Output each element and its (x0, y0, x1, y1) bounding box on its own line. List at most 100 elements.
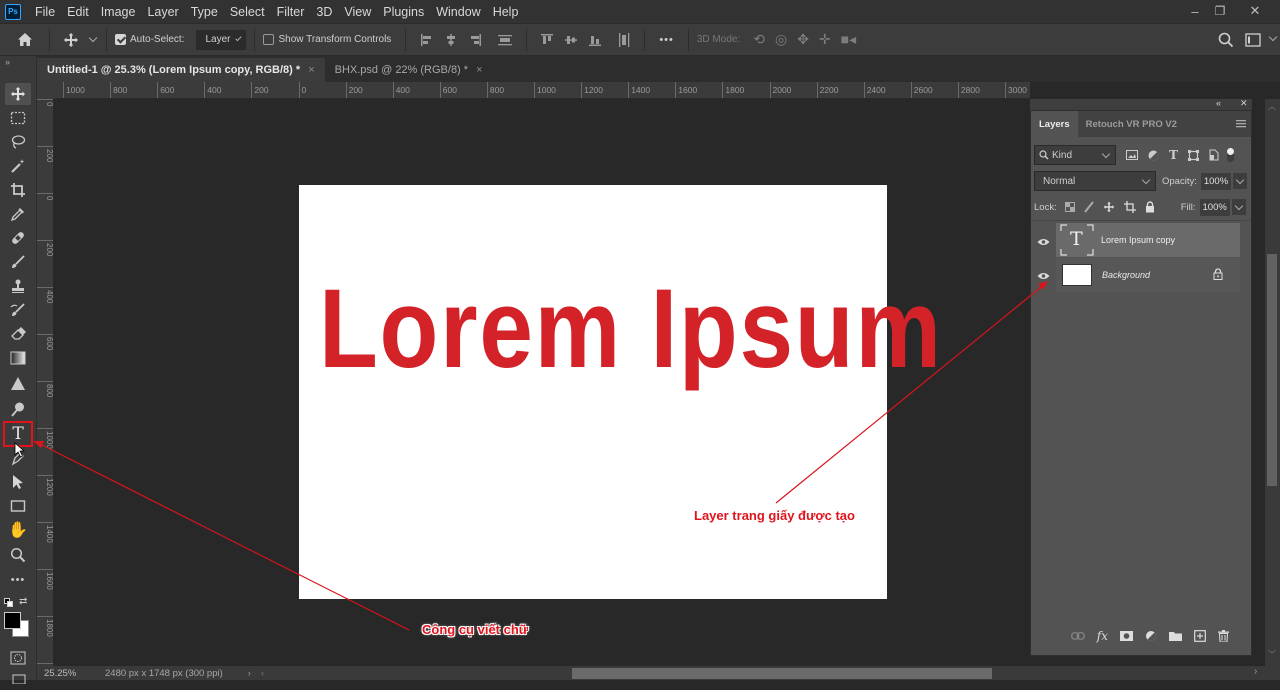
filter-toggle[interactable] (1226, 148, 1234, 162)
opacity-slider-toggle[interactable] (1233, 173, 1248, 189)
align-vertical-center-icon[interactable] (564, 33, 578, 47)
menu-view[interactable]: View (338, 5, 377, 19)
healing-brush-tool[interactable] (5, 227, 31, 249)
auto-select-checkbox[interactable] (115, 34, 126, 45)
close-tab-icon[interactable]: × (308, 64, 314, 76)
align-bottom-icon[interactable] (588, 33, 602, 47)
auto-select-target-dropdown[interactable]: Layer (196, 29, 247, 50)
blur-tool[interactable] (5, 373, 31, 395)
fill-slider-toggle[interactable] (1231, 199, 1246, 215)
move-tool-icon[interactable] (63, 32, 79, 48)
fill-input[interactable]: 100% (1199, 198, 1230, 216)
text-layer-content[interactable]: Lorem Ipsum (319, 273, 943, 385)
horizontal-ruler[interactable]: 1000 800 600 400 200 0 200 400 600 800 1000 1200 140… (55, 82, 1030, 99)
menu-filter[interactable]: Filter (271, 5, 311, 19)
distribute-vertical-icon[interactable] (497, 33, 513, 47)
eraser-tool[interactable] (5, 323, 31, 345)
marquee-tool[interactable] (5, 107, 31, 129)
lock-image-pixels-icon[interactable] (1083, 201, 1094, 213)
tab-layers[interactable]: Layers (1031, 111, 1078, 137)
workspace-icon[interactable] (1245, 32, 1261, 47)
link-layers-icon[interactable] (1070, 632, 1085, 640)
dodge-tool[interactable] (5, 398, 31, 420)
menu-select[interactable]: Select (224, 5, 271, 19)
restore-button[interactable]: ❐ (1205, 0, 1235, 22)
search-icon[interactable] (1218, 32, 1234, 48)
rectangle-tool[interactable] (5, 495, 31, 517)
eyedropper-tool[interactable] (5, 203, 31, 225)
filter-shape-icon[interactable] (1187, 149, 1199, 161)
history-brush-tool[interactable] (5, 299, 31, 321)
lock-position-icon[interactable] (1103, 201, 1115, 213)
layer-style-fx-button[interactable]: fx (1097, 629, 1108, 643)
edit-toolbar-button[interactable]: ••• (5, 569, 31, 591)
layer-visibility-toggle[interactable] (1036, 269, 1050, 283)
distribute-horizontal-icon[interactable] (617, 32, 631, 48)
scroll-down-icon[interactable]: ﹀ (1268, 649, 1276, 660)
layer-row-background[interactable]: Background (1056, 258, 1240, 292)
filter-type-icon[interactable]: T (1169, 148, 1178, 162)
home-icon[interactable] (14, 32, 36, 47)
menu-3d[interactable]: 3D (310, 5, 338, 19)
lock-all-icon[interactable] (1145, 201, 1155, 213)
menu-file[interactable]: File (29, 5, 61, 19)
layer-name[interactable]: Background (1102, 270, 1150, 280)
filter-pixel-icon[interactable] (1126, 150, 1138, 160)
layer-row-lorem-ipsum-copy[interactable]: T Lorem Ipsum copy (1056, 223, 1240, 257)
new-adjustment-layer-icon[interactable] (1145, 630, 1157, 642)
add-mask-icon[interactable] (1120, 631, 1133, 641)
new-layer-icon[interactable] (1194, 630, 1206, 642)
crop-tool[interactable] (5, 179, 31, 201)
screen-mode-button[interactable] (5, 668, 31, 690)
gradient-tool[interactable] (5, 347, 31, 369)
default-colors-icon[interactable] (4, 598, 13, 607)
vertical-ruler[interactable]: 02000200400600800100012001400160018002 (37, 99, 54, 666)
document-canvas[interactable]: Lorem Ipsum (299, 185, 941, 599)
menu-layer[interactable]: Layer (141, 5, 184, 19)
tool-preset-chevron-icon[interactable] (88, 33, 98, 43)
brush-tool[interactable] (5, 251, 31, 273)
swap-colors-icon[interactable]: ⇄ (19, 596, 27, 607)
filter-smart-object-icon[interactable] (1209, 149, 1219, 161)
move-tool[interactable] (5, 83, 31, 105)
menu-help[interactable]: Help (487, 5, 525, 19)
new-group-folder-icon[interactable] (1169, 631, 1182, 641)
layer-lock-icon[interactable] (1213, 268, 1223, 280)
align-top-icon[interactable] (540, 33, 554, 47)
ruler-origin[interactable] (37, 82, 55, 99)
scroll-up-icon[interactable]: ︿ (1268, 101, 1276, 112)
align-right-icon[interactable] (468, 33, 482, 47)
delete-layer-icon[interactable] (1218, 630, 1229, 642)
hand-tool[interactable]: ✋ (5, 519, 31, 541)
document-info[interactable]: 2480 px x 1748 px (300 ppi) (105, 668, 223, 679)
workspace-chevron-icon[interactable] (1268, 32, 1278, 42)
tab-untitled-1[interactable]: Untitled-1 @ 25.3% (Lorem Ipsum copy, RG… (37, 58, 325, 82)
zoom-level[interactable]: 25.25% (44, 668, 102, 679)
path-selection-tool[interactable] (5, 471, 31, 493)
close-window-button[interactable]: ✕ (1240, 0, 1270, 22)
opacity-input[interactable]: 100% (1200, 172, 1232, 190)
horizontal-scrollbar-thumb[interactable] (572, 668, 992, 679)
lasso-tool[interactable] (5, 131, 31, 153)
tab-bhx-psd[interactable]: BHX.psd @ 22% (RGB/8) * × (324, 58, 493, 82)
menu-image[interactable]: Image (95, 5, 142, 19)
lock-transparent-pixels-icon[interactable] (1064, 202, 1075, 212)
scroll-left-icon[interactable]: ‹ (261, 668, 264, 679)
more-options-button[interactable]: ••• (659, 34, 674, 46)
align-horizontal-center-icon[interactable] (444, 33, 458, 47)
lock-artboard-icon[interactable] (1123, 201, 1136, 213)
tab-retouch-vr-pro[interactable]: Retouch VR PRO V2 (1078, 111, 1185, 137)
status-expand-icon[interactable]: › (248, 668, 251, 679)
zoom-tool[interactable] (5, 544, 31, 566)
menu-window[interactable]: Window (430, 5, 486, 19)
close-tab-icon[interactable]: × (476, 64, 482, 76)
layer-visibility-toggle[interactable] (1036, 235, 1050, 249)
scroll-right-icon[interactable]: › (1254, 666, 1257, 677)
menu-plugins[interactable]: Plugins (377, 5, 430, 19)
collapse-panel-icon[interactable]: « (1216, 98, 1221, 108)
menu-edit[interactable]: Edit (61, 5, 95, 19)
align-left-icon[interactable] (420, 33, 434, 47)
foreground-color-swatch[interactable] (4, 612, 21, 629)
blend-mode-dropdown[interactable]: Normal (1034, 171, 1156, 191)
show-transform-checkbox[interactable] (263, 34, 275, 45)
